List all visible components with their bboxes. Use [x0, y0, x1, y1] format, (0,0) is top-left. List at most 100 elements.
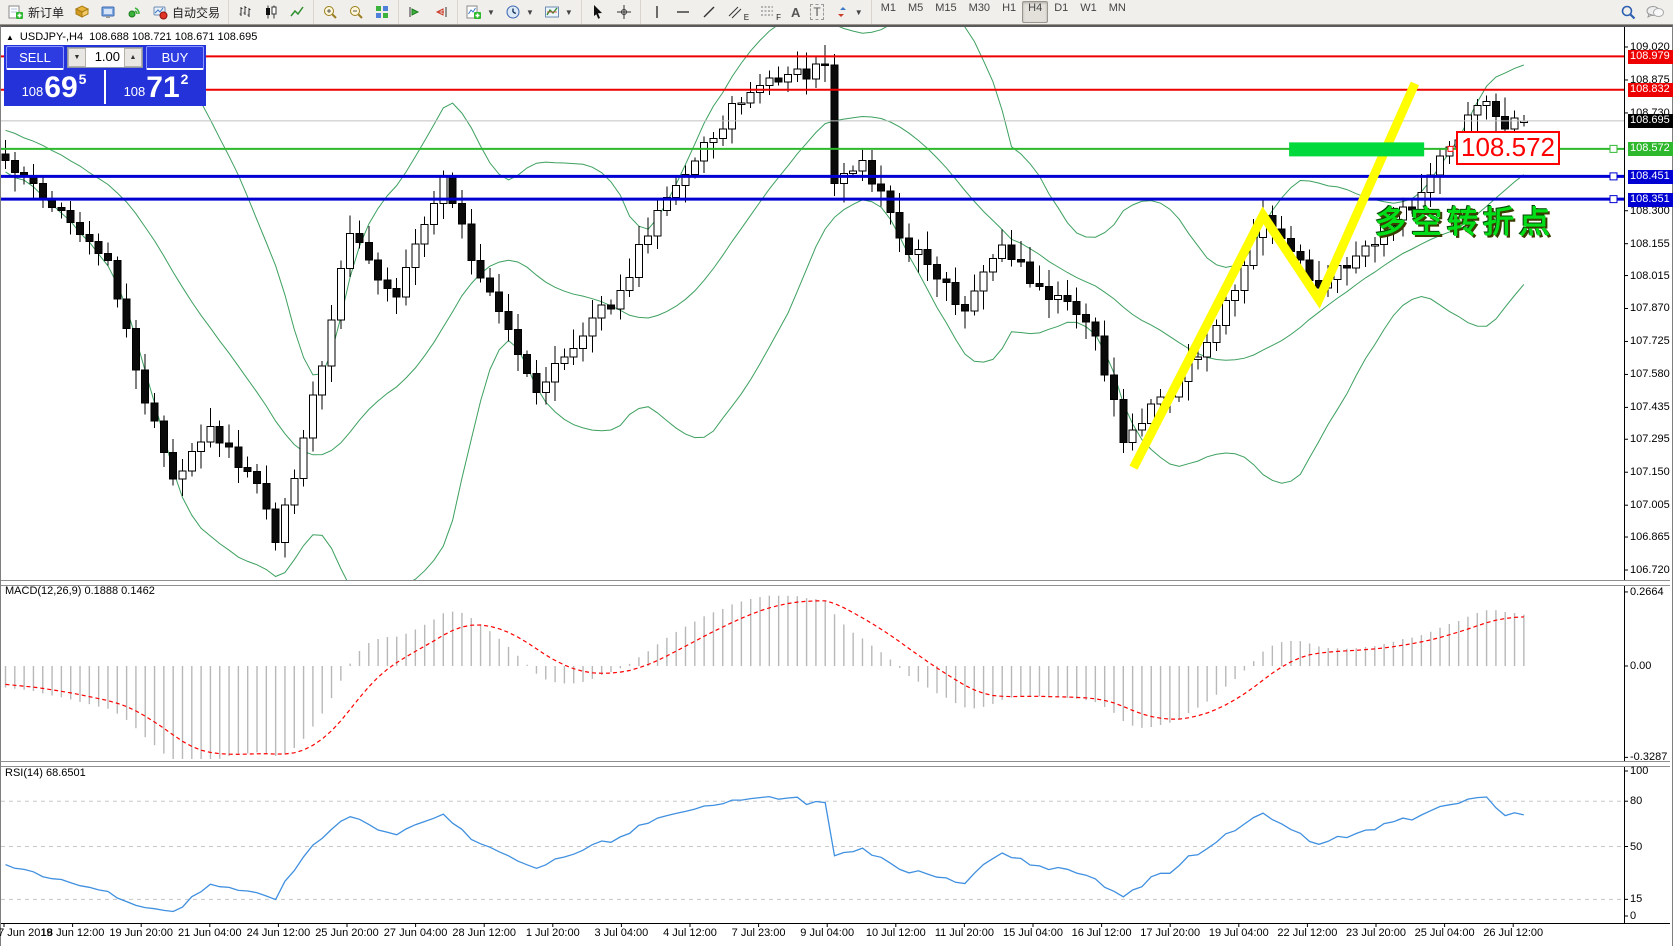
crosshair-button[interactable] [611, 1, 637, 23]
zoom-out-icon [348, 4, 364, 20]
rsi-tick-label: 80 [1630, 795, 1642, 807]
trend-zigzag-line [1134, 83, 1415, 467]
timeframe-button-m1[interactable]: M1 [875, 1, 902, 23]
text-label-button[interactable]: T [805, 1, 828, 23]
channel-icon [727, 4, 743, 20]
zoom-out-button[interactable] [343, 1, 369, 23]
timeframe-button-d1[interactable]: D1 [1048, 1, 1074, 23]
time-axis-label: 21 Jun 04:00 [178, 927, 242, 939]
volume-increase-button[interactable]: ▲ [124, 48, 142, 67]
chart-canvas[interactable] [1, 27, 1672, 944]
time-axis-label: 7 Jul 23:00 [732, 927, 786, 939]
timeframe-button-h4[interactable]: H4 [1022, 1, 1048, 23]
price-level-label: 108.979 [1628, 50, 1673, 64]
chat-icon[interactable] [1645, 4, 1665, 20]
time-axis-label: 16 Jul 12:00 [1072, 927, 1132, 939]
channel-button[interactable]: E [722, 1, 754, 23]
bar-chart-button[interactable] [232, 1, 258, 23]
time-axis-label: 23 Jul 20:00 [1346, 927, 1406, 939]
candlestick-chart-button[interactable] [258, 1, 284, 23]
bollinger-band-line [6, 27, 1524, 375]
buy-price[interactable]: 108 71 2 [106, 70, 206, 104]
sell-price[interactable]: 108 69 5 [4, 70, 106, 104]
horizontal-line-button[interactable] [670, 1, 696, 23]
line-chart-button[interactable] [284, 1, 310, 23]
time-axis-label: 26 Jul 12:00 [1483, 927, 1543, 939]
crosshair-icon [616, 4, 632, 20]
macd-header: MACD(12,26,9) 0.1888 0.1462 [5, 585, 155, 597]
search-icon[interactable] [1620, 4, 1637, 21]
toolbar-group-cursor [581, 0, 640, 24]
auto-trading-button[interactable]: 自动交易 [147, 1, 225, 23]
timeframe-button-m30[interactable]: M30 [963, 1, 996, 23]
text-tool-glyph: A [791, 5, 800, 20]
volume-decrease-button[interactable]: ▼ [68, 48, 86, 67]
indicators-button[interactable]: ▼ [461, 1, 500, 23]
auto-trading-label: 自动交易 [172, 4, 220, 21]
toolbar-group-trade: 新订单 自动交易 [0, 0, 228, 24]
new-order-button[interactable]: 新订单 [3, 1, 69, 23]
volume-field[interactable]: 1.00 [86, 48, 124, 67]
fibonacci-button[interactable]: F [754, 1, 786, 23]
candlestick-series [2, 45, 1527, 558]
line-handle [1610, 173, 1617, 180]
one-click-collapse-icon[interactable]: ▲ [6, 33, 14, 42]
auto-scroll-icon [407, 4, 423, 20]
turning-point-annotation[interactable]: 多空转折点 [1375, 197, 1555, 242]
timeframe-button-h1[interactable]: H1 [996, 1, 1022, 23]
rsi-tick-label: 0 [1630, 910, 1636, 922]
ohlc-values: 108.688 108.721 108.671 108.695 [89, 31, 257, 43]
zoom-in-button[interactable] [317, 1, 343, 23]
signals-button[interactable] [121, 1, 147, 23]
timeframe-button-mn[interactable]: MN [1103, 1, 1132, 23]
time-axis-label: 1 Jul 20:00 [526, 927, 580, 939]
price-tick-label: 106.720 [1630, 564, 1670, 576]
toolbar-group-zoom [313, 0, 398, 24]
vertical-line-button[interactable] [644, 1, 670, 23]
price-tick-label: 106.865 [1630, 531, 1670, 543]
toolbar-group-insert: ▼ ▼ ▼ [457, 0, 581, 24]
templates-button[interactable]: ▼ [539, 1, 578, 23]
arrows-icon [834, 4, 850, 20]
mt4-window: 新订单 自动交易 [0, 0, 1673, 946]
one-click-trading-panel: SELL ▼ 1.00 ▲ BUY 108 69 5 108 71 2 [4, 45, 206, 106]
sell-button[interactable]: SELL [6, 46, 64, 70]
terminal-button[interactable] [95, 1, 121, 23]
auto-scroll-button[interactable] [402, 1, 428, 23]
chart-shift-button[interactable] [428, 1, 454, 23]
time-axis-label: 19 Jul 04:00 [1209, 927, 1269, 939]
chevron-down-icon: ▼ [565, 8, 573, 17]
price-tick-label: 107.870 [1630, 302, 1670, 314]
chart-window: ▲ USDJPY-,H4 108.688 108.721 108.671 108… [0, 25, 1673, 946]
timeframe-button-w1[interactable]: W1 [1074, 1, 1103, 23]
label-tool-glyph: T [810, 4, 823, 20]
rsi-line [6, 797, 1524, 912]
time-axis-label: 22 Jul 12:00 [1277, 927, 1337, 939]
tile-windows-button[interactable] [369, 1, 395, 23]
cursor-button[interactable] [585, 1, 611, 23]
price-tick-label: 107.295 [1630, 433, 1670, 445]
line-chart-icon [289, 4, 305, 20]
macd-label: MACD(12,26,9) [5, 585, 81, 597]
chevron-down-icon: ▼ [855, 8, 863, 17]
tile-windows-icon [374, 4, 390, 20]
price-callout-box[interactable]: 108.572 [1456, 131, 1560, 165]
text-anchor-handle [1448, 146, 1453, 151]
panel-splitter[interactable] [1, 761, 1670, 767]
time-axis-label: 4 Jul 12:00 [663, 927, 717, 939]
timeframe-button-m5[interactable]: M5 [902, 1, 929, 23]
rsi-tick-label: 15 [1630, 893, 1642, 905]
trendline-button[interactable] [696, 1, 722, 23]
time-axis-label: 24 Jun 12:00 [247, 927, 311, 939]
arrows-button[interactable]: ▼ [829, 1, 868, 23]
market-depth-button[interactable] [69, 1, 95, 23]
buy-button[interactable]: BUY [146, 46, 204, 70]
toolbar-group-timeframes: M1M5M15M30H1H4D1W1MN [871, 0, 1135, 24]
trendline-icon [701, 4, 717, 20]
timeframe-button-m15[interactable]: M15 [929, 1, 962, 23]
bar-chart-icon [237, 4, 253, 20]
bollinger-band-line [6, 117, 1524, 455]
panel-splitter[interactable] [1, 580, 1670, 586]
periods-button[interactable]: ▼ [500, 1, 539, 23]
text-button[interactable]: A [786, 1, 805, 23]
